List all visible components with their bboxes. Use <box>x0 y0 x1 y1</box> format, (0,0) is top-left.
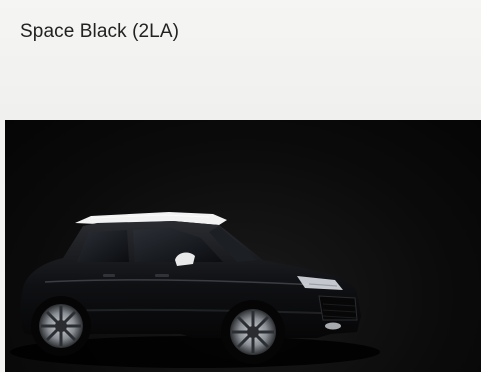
car-wheel-front <box>221 300 285 364</box>
car-image-area <box>5 120 481 372</box>
card-header: Space Black (2LA) <box>0 0 481 120</box>
door-handle-rear <box>103 274 115 277</box>
car-image <box>10 212 380 368</box>
color-option-card: Space Black (2LA) <box>0 0 481 372</box>
color-name-title: Space Black (2LA) <box>20 21 180 42</box>
door-handle-front <box>155 274 169 277</box>
car-wheel-rear <box>31 296 91 356</box>
car-fog-light <box>325 322 341 330</box>
